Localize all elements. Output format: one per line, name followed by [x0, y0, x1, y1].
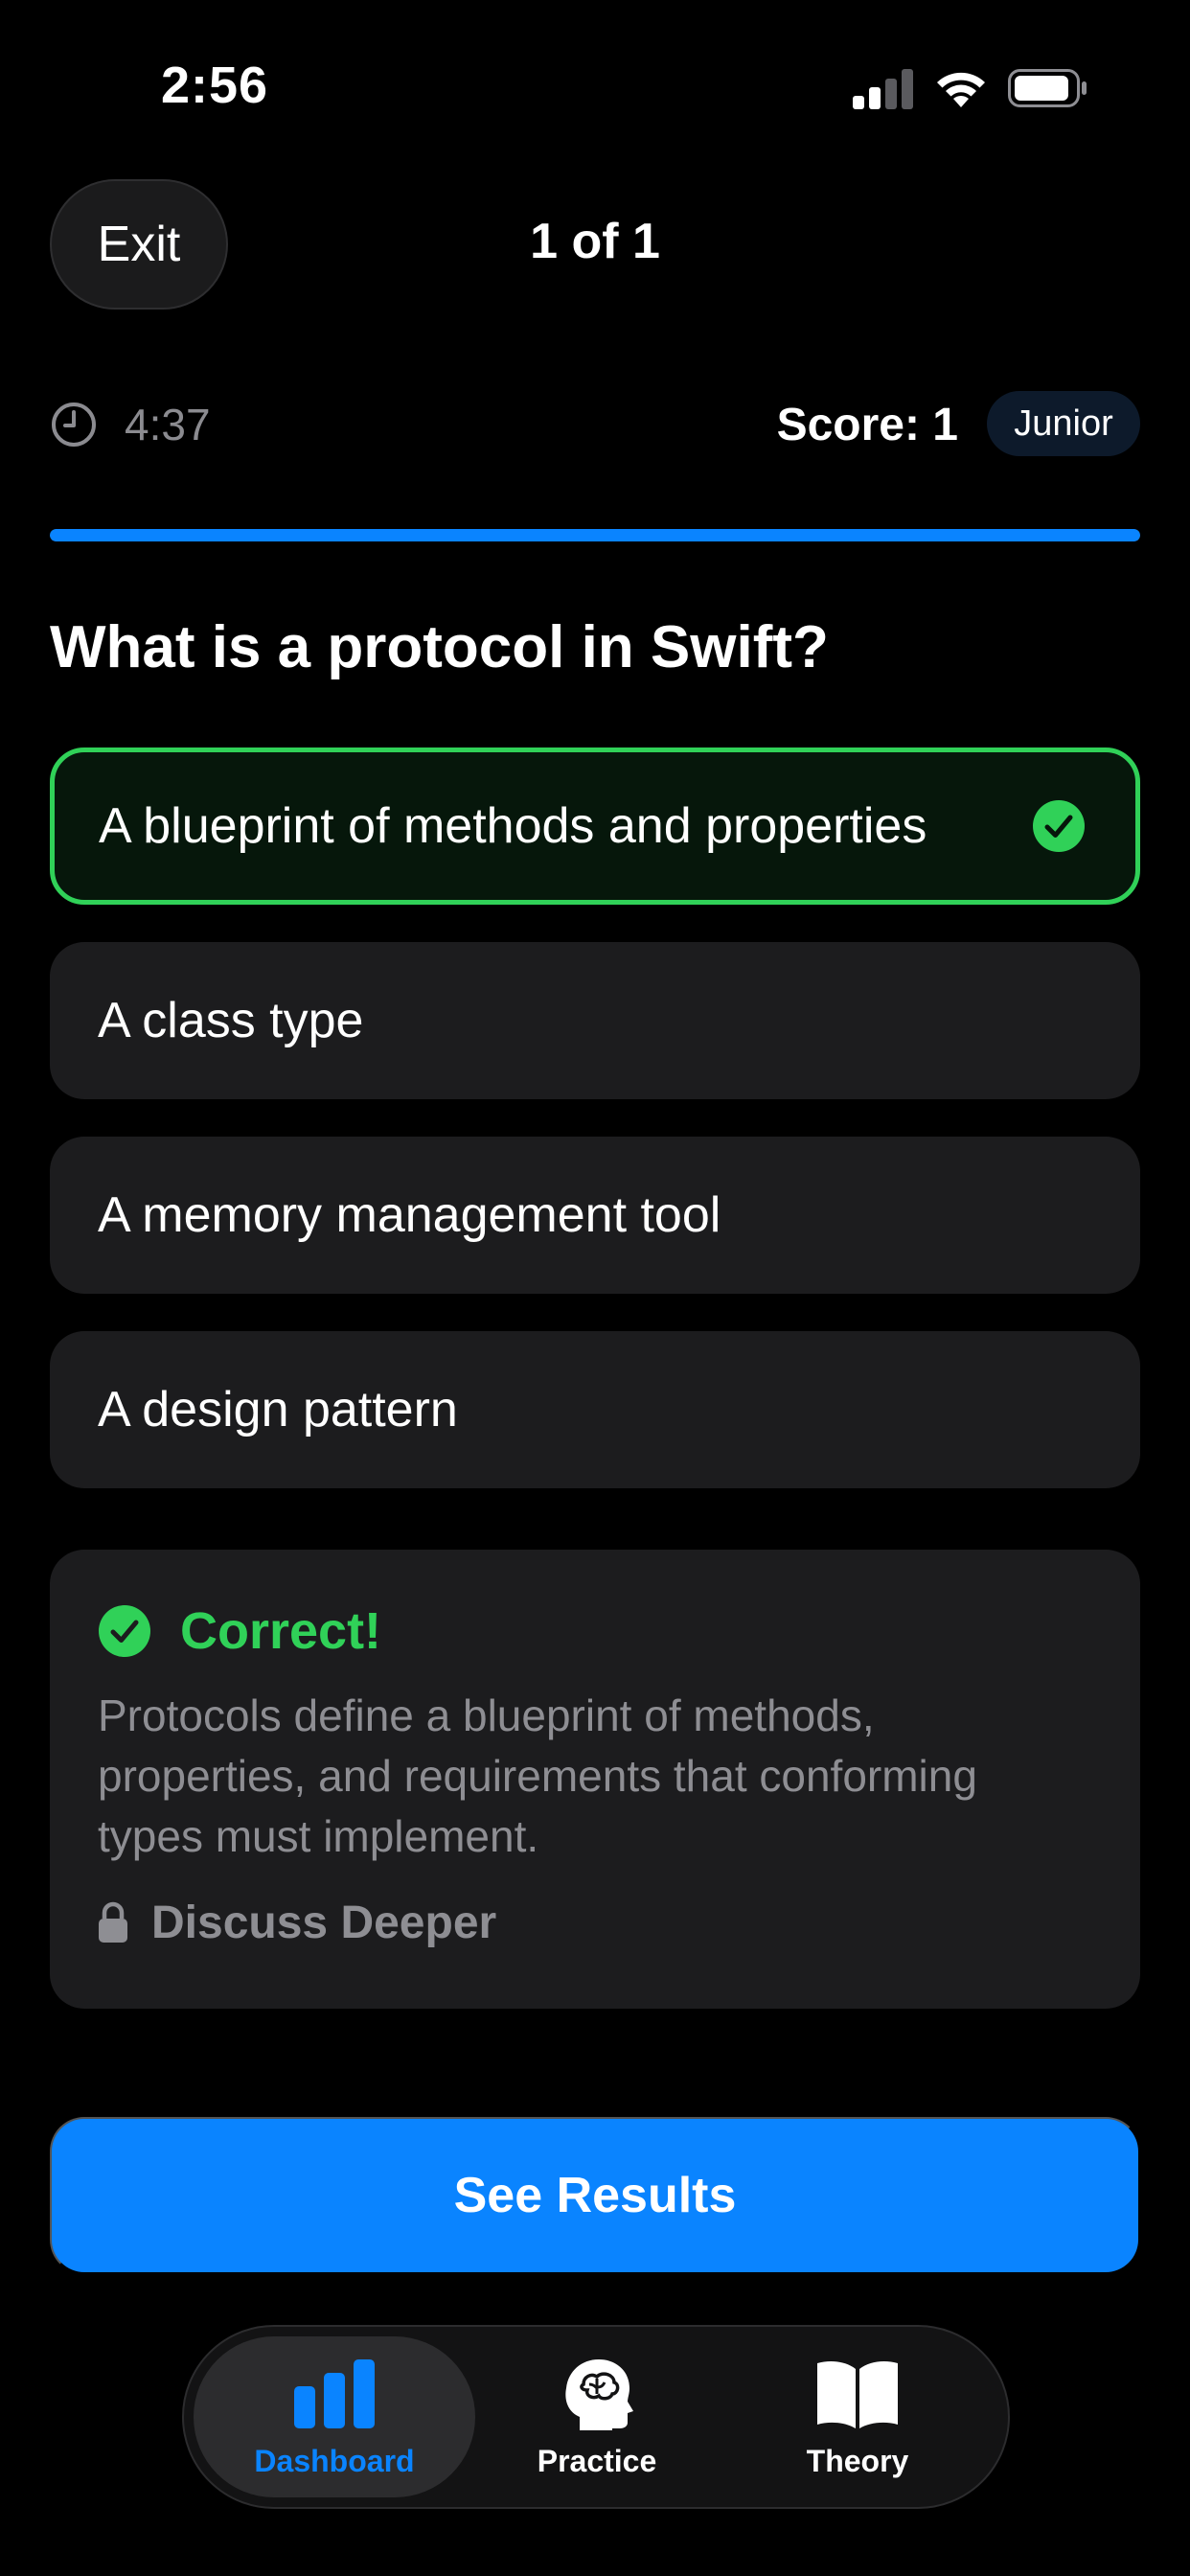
status-time: 2:56	[161, 57, 269, 114]
timer: 4:37	[50, 395, 211, 454]
chart-bar-icon	[294, 2358, 375, 2428]
score-label: Score: 1	[776, 399, 958, 450]
tab-theory[interactable]: Theory	[717, 2336, 998, 2497]
clock-icon	[52, 402, 96, 447]
answer-option[interactable]: A memory management tool	[50, 1137, 1140, 1294]
answer-option-label: A class type	[98, 993, 364, 1048]
tab-label: Dashboard	[254, 2443, 415, 2478]
checkmark-circle-icon	[1033, 800, 1085, 852]
answer-option-label: A design pattern	[98, 1382, 458, 1438]
feedback-explanation: Protocols define a blueprint of methods,…	[98, 1690, 977, 1861]
signal-icon	[853, 69, 913, 109]
tab-dashboard[interactable]: Dashboard	[194, 2336, 475, 2497]
quiz-progress-bar	[50, 529, 1140, 541]
see-results-button[interactable]: See Results	[50, 2117, 1140, 2274]
discuss-deeper-button[interactable]: Discuss Deeper	[98, 1894, 1092, 1951]
quiz-progress-fill	[50, 529, 1140, 541]
book-icon	[817, 2360, 898, 2428]
status-bar: 2:56	[0, 0, 1190, 172]
answer-option-label: A blueprint of methods and properties	[99, 798, 927, 854]
feedback-title: Correct!	[180, 1602, 382, 1660]
tab-label: Practice	[537, 2443, 657, 2478]
answer-options: A blueprint of methods and properties A …	[50, 748, 1140, 1526]
discuss-deeper-label: Discuss Deeper	[151, 1897, 497, 1948]
question-counter: 1 of 1	[530, 214, 660, 269]
answer-option[interactable]: A class type	[50, 942, 1140, 1099]
lock-icon	[99, 1901, 127, 1943]
answer-option[interactable]: A design pattern	[50, 1331, 1140, 1488]
level-badge: Junior	[987, 391, 1140, 456]
tab-practice[interactable]: Practice	[456, 2336, 738, 2497]
battery-icon	[1008, 69, 1087, 107]
wifi-icon	[937, 72, 985, 107]
feedback-card: Correct! Protocols define a blueprint of…	[50, 1550, 1140, 2009]
tab-label: Theory	[806, 2443, 909, 2478]
question-text: What is a protocol in Swift?	[50, 614, 829, 680]
answer-option-label: A memory management tool	[98, 1187, 721, 1243]
checkmark-circle-icon	[99, 1605, 150, 1657]
answer-option[interactable]: A blueprint of methods and properties	[50, 748, 1140, 905]
timer-value: 4:37	[125, 400, 211, 449]
tab-bar: Dashboard Practice Theory	[182, 2325, 1010, 2509]
brain-head-icon	[565, 2358, 633, 2430]
